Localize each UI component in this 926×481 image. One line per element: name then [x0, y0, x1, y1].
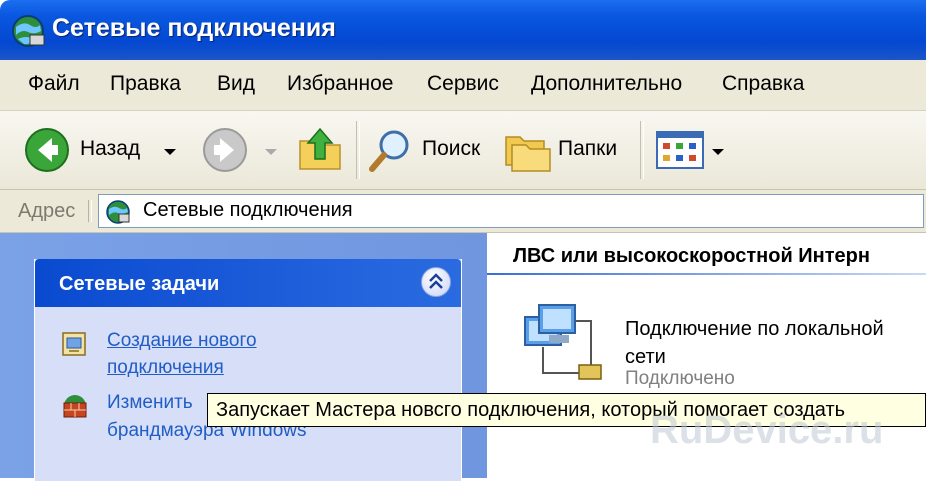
- back-dropdown-icon[interactable]: [164, 149, 176, 155]
- up-button[interactable]: [292, 111, 348, 189]
- folder-up-icon: [299, 127, 341, 170]
- search-button[interactable]: Поиск: [366, 111, 486, 189]
- create-connection-link-line2[interactable]: подключения: [107, 357, 224, 379]
- views-button[interactable]: [654, 111, 724, 189]
- back-button[interactable]: Назад: [18, 111, 183, 189]
- lan-connection-icon[interactable]: [521, 303, 613, 393]
- lan-connection-status: Подключено: [625, 368, 735, 389]
- collapse-button[interactable]: [421, 267, 451, 297]
- views-grid-icon: [656, 131, 704, 169]
- views-dropdown-icon[interactable]: [712, 149, 724, 155]
- title-bar[interactable]: Сетевые подключения: [0, 0, 926, 60]
- folders-icon: [505, 136, 551, 172]
- menu-edit[interactable]: Правка: [110, 72, 181, 96]
- search-label: Поиск: [422, 137, 481, 160]
- firewall-settings-link-line1[interactable]: Изменить: [107, 392, 193, 414]
- menu-tools[interactable]: Сервис: [427, 72, 499, 96]
- network-tasks-title: Сетевые задачи: [59, 273, 220, 295]
- new-connection-wizard-icon: [62, 332, 86, 356]
- lan-connection-name-line1[interactable]: Подключение по локальной: [625, 315, 925, 343]
- firewall-icon: [63, 395, 87, 418]
- back-label: Назад: [80, 137, 141, 160]
- double-chevron-up-icon: [429, 273, 443, 289]
- network-tasks-box: Сетевые задачи Создание нового подключен…: [34, 259, 462, 481]
- address-grip[interactable]: [88, 200, 92, 222]
- folders-label: Папки: [558, 137, 618, 160]
- forward-button[interactable]: [198, 111, 258, 189]
- menu-file[interactable]: Файл: [28, 72, 80, 96]
- network-tasks-header[interactable]: Сетевые задачи: [35, 259, 461, 307]
- menu-advanced[interactable]: Дополнительно: [531, 72, 682, 96]
- address-label: Адрес: [18, 200, 76, 222]
- menu-help[interactable]: Справка: [722, 72, 804, 96]
- forward-arrow-icon: [203, 128, 247, 172]
- toolbar-separator: [640, 121, 644, 179]
- address-value: Сетевые подключения: [143, 199, 353, 221]
- toolbar-separator: [356, 121, 360, 179]
- menu-bar: Файл Правка Вид Избранное Сервис Дополни…: [0, 60, 926, 111]
- address-bar: Адрес Сетевые подключения: [0, 190, 926, 233]
- forward-dropdown-icon[interactable]: [265, 149, 277, 155]
- lan-connection-name-line2[interactable]: сети: [625, 343, 925, 371]
- task-pane: Сетевые задачи Создание нового подключен…: [0, 233, 487, 481]
- address-field[interactable]: Сетевые подключения: [98, 194, 924, 228]
- toolbar: Назад Поиск Папки: [0, 111, 926, 190]
- lan-group-header: ЛВС или высокоскоростной Интерн: [513, 245, 870, 267]
- window-title: Сетевые подключения: [52, 14, 336, 42]
- search-magnifier-icon: [369, 130, 409, 172]
- group-divider: [487, 273, 926, 275]
- network-globe-icon: [12, 15, 45, 47]
- menu-favorites[interactable]: Избранное: [287, 72, 393, 96]
- folders-button[interactable]: Папки: [502, 111, 630, 189]
- create-connection-link-line1[interactable]: Создание нового: [107, 330, 257, 352]
- menu-view[interactable]: Вид: [217, 72, 255, 96]
- back-arrow-icon: [25, 128, 69, 172]
- watermark: RuDevice.ru: [650, 408, 884, 452]
- network-globe-icon: [106, 200, 130, 224]
